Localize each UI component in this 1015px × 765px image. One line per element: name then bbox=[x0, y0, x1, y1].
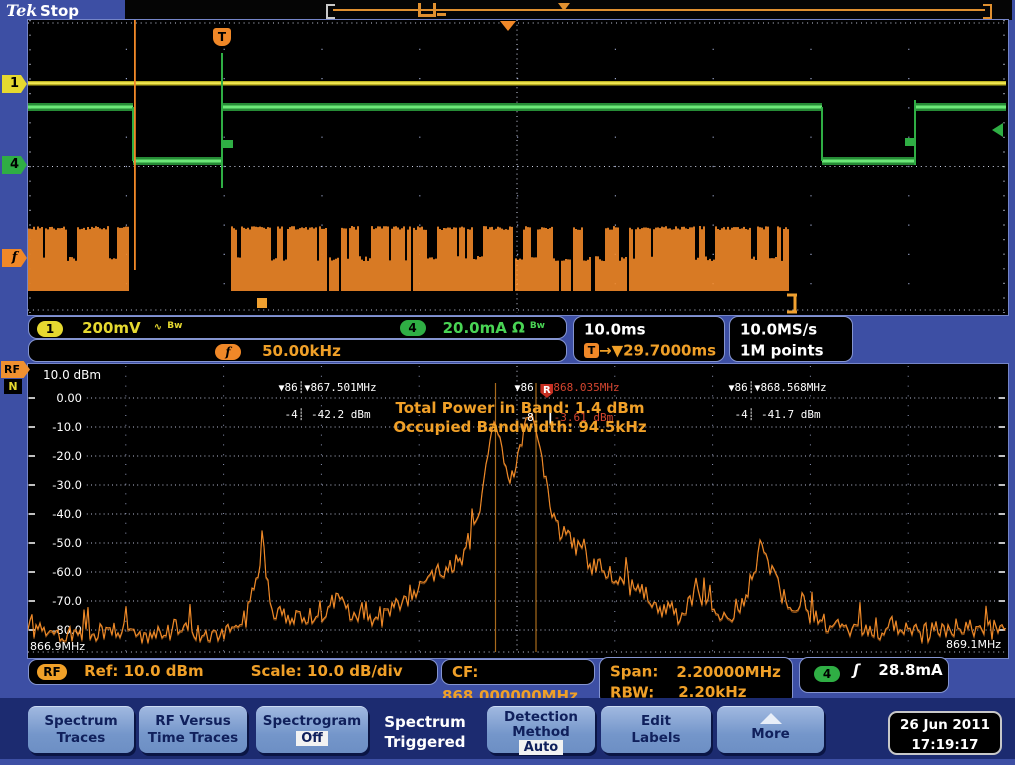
detection-value: Auto bbox=[519, 740, 563, 755]
trigger-arrow-icon: → bbox=[599, 341, 612, 359]
sample-rate: 10.0MS/s bbox=[740, 321, 817, 339]
occupied-bandwidth-annotation: Occupied Bandwidth: 94.5kHz bbox=[330, 418, 710, 437]
marker-amp: -41.7 dBm bbox=[761, 408, 821, 421]
ref-level-readout: Ref: 10.0 dBm bbox=[84, 662, 204, 680]
ch1-readout-badge: 1 bbox=[37, 321, 63, 337]
edit-labels-button[interactable]: Edit Labels bbox=[601, 706, 711, 753]
marker-readout-right: ▼86┊▼868.568MHz -4┊ -41.7 dBm bbox=[702, 368, 827, 434]
record-length: 1M points bbox=[740, 341, 824, 359]
span-label: Span: bbox=[610, 663, 658, 681]
rf-frequency-readout-box: f 50.00kHz bbox=[28, 339, 567, 362]
button-label: RF Versus bbox=[139, 713, 247, 730]
trigger-chip-icon: T bbox=[584, 343, 599, 358]
trigger-tri-icon: ▼ bbox=[612, 341, 624, 359]
marker-trunc-amp: -4 bbox=[735, 408, 748, 421]
ch1-bandwidth-icon: Bw bbox=[167, 321, 182, 331]
spectrogram-button[interactable]: Spectrogram Off bbox=[256, 706, 368, 753]
button-label: More bbox=[717, 726, 824, 743]
datetime-box: 26 Jun 2011 17:19:17 bbox=[888, 711, 1002, 755]
button-label: Labels bbox=[601, 730, 711, 747]
spectrogram-value: Off bbox=[296, 731, 328, 746]
button-label: Time Traces bbox=[139, 730, 247, 747]
ch1-scale: 200mV bbox=[82, 319, 141, 337]
trigger-level-readout: 28.8mA bbox=[878, 661, 942, 679]
rf-normal-trace-badge: N bbox=[4, 379, 22, 394]
button-label: Traces bbox=[28, 730, 134, 747]
marker-trunc-freq: 86 bbox=[521, 381, 534, 394]
trigger-slope-icon: ʃ bbox=[853, 661, 859, 679]
button-label: Spectrogram bbox=[256, 713, 368, 730]
band-measurements: Total Power in Band: 1.4 dBm Occupied Ba… bbox=[330, 399, 710, 437]
spectrum-triggered-label: Spectrum Triggered bbox=[365, 712, 485, 752]
button-label: Spectrum bbox=[28, 713, 134, 730]
time-label: 17:19:17 bbox=[890, 735, 1000, 755]
ch4-scale: 20.0mA bbox=[443, 319, 507, 337]
trigger-time-marker-icon: T bbox=[213, 28, 231, 46]
trigger-time: 29.7000ms bbox=[623, 341, 716, 359]
scale-readout: Scale: 10.0 dB/div bbox=[251, 662, 403, 680]
button-label: Method bbox=[487, 725, 595, 740]
timebase-readout-box: 10.0ms T→▼29.7000ms bbox=[573, 316, 725, 362]
date-label: 26 Jun 2011 bbox=[890, 715, 1000, 735]
spectrum-ref-level: 10.0 dBm bbox=[40, 368, 104, 382]
span-readout: 2.20000MHz bbox=[676, 663, 781, 681]
oscilloscope-screen: Tek Stop 0.00-10.0-20.0-30.0-40.0-50.0-6… bbox=[0, 0, 1015, 765]
spectrum-traces-button[interactable]: Spectrum Traces bbox=[28, 706, 134, 753]
mode-label-line: Triggered bbox=[365, 732, 485, 752]
button-label: Detection bbox=[487, 710, 595, 725]
up-arrow-icon bbox=[760, 713, 782, 724]
reference-marker-icon: R bbox=[540, 384, 553, 398]
marker-freq: 868.035MHz bbox=[553, 381, 619, 394]
rf-readout-badge: RF bbox=[37, 664, 67, 680]
start-frequency-label: 866.9MHz bbox=[30, 640, 85, 653]
marker-trunc-freq: 86 bbox=[735, 381, 748, 394]
ch4-ohm-icon: Ω bbox=[512, 319, 525, 337]
ch4-bandwidth-icon: Bw bbox=[530, 321, 545, 331]
rf-settings-box: RF Ref: 10.0 dBm Scale: 10.0 dB/div bbox=[28, 659, 438, 685]
f-readout-badge: f bbox=[215, 344, 241, 360]
center-frequency-box: CF: 868.000000MHz bbox=[441, 659, 595, 685]
ch4-readout-badge: 4 bbox=[400, 320, 426, 336]
channel-readout-box: 1 200mV ∿ Bw 4 20.0mA Ω Bw bbox=[28, 316, 567, 339]
acquisition-readout-box: 10.0MS/s 1M points bbox=[729, 316, 853, 362]
detection-method-button[interactable]: Detection Method Auto bbox=[487, 706, 595, 753]
f-value: 50.00kHz bbox=[262, 342, 341, 360]
mode-label-line: Spectrum bbox=[365, 712, 485, 732]
marker-freq: 868.568MHz bbox=[760, 381, 826, 394]
trigger-source-box: 4 ʃ 28.8mA bbox=[799, 657, 949, 693]
rf-versus-time-traces-button[interactable]: RF Versus Time Traces bbox=[139, 706, 247, 753]
total-power-annotation: Total Power in Band: 1.4 dBm bbox=[330, 399, 710, 418]
more-button[interactable]: More bbox=[717, 706, 824, 753]
marker-trunc-amp: -4 bbox=[285, 408, 298, 421]
trigger-level-arrow-icon[interactable] bbox=[992, 123, 1003, 137]
marker-trunc-freq: 86 bbox=[285, 381, 298, 394]
stop-frequency-label: 869.1MHz bbox=[946, 638, 1001, 651]
ch1-coupling-icon: ∿ bbox=[154, 322, 162, 333]
trigger-ch4-badge: 4 bbox=[814, 666, 840, 682]
button-label: Edit bbox=[601, 713, 711, 730]
timebase-scale: 10.0ms bbox=[584, 321, 646, 339]
trigger-position-icon[interactable] bbox=[500, 21, 516, 31]
marker-freq: 867.501MHz bbox=[310, 381, 376, 394]
